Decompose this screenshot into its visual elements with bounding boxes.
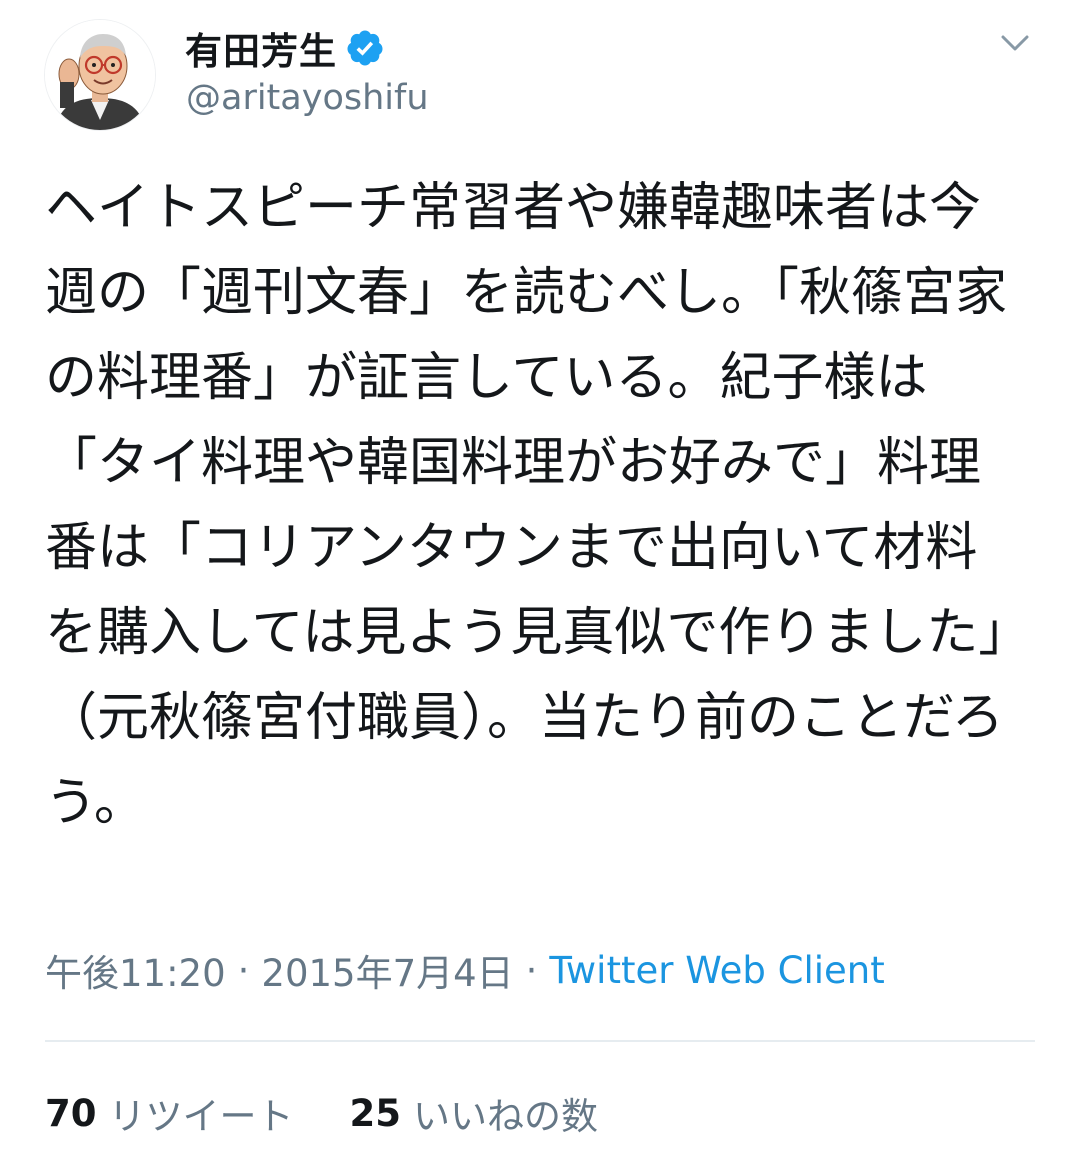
author-name-row: 有田芳生 [185,22,385,74]
tweet-time[interactable]: 午後11:20 [45,943,226,997]
retweets-count: 70 [45,1091,97,1135]
tweet-card: 有田芳生 @aritayoshifu ヘイトスピーチ常習者や嫌韓趣味者は今週の「… [0,0,1075,1175]
likes-count: 25 [349,1091,402,1135]
tweet-meta: 午後11:20 · 2015年7月4日 · Twitter Web Client [45,943,885,997]
likes-label: いいねの数 [413,1095,598,1138]
tweet-client-link[interactable]: Twitter Web Client [549,949,884,992]
tweet-text: ヘイトスピーチ常習者や嫌韓趣味者は今週の「週刊文春」を読むべし。「秋篠宮家の料理… [45,178,1008,833]
tweet-stats: 70 リツイート 25 いいねの数 [45,1086,599,1140]
divider [45,1040,1035,1042]
chevron-down-icon[interactable] [995,28,1035,58]
tweet-date[interactable]: 2015年7月4日 [261,943,513,997]
retweets-label: リツイート [108,1095,294,1138]
caricature-avatar-icon [45,20,155,130]
meta-separator: · [525,948,538,992]
likes-stat[interactable]: 25 いいねの数 [350,1086,599,1140]
tweet-header: 有田芳生 @aritayoshifu [0,0,1075,140]
verified-badge-icon [345,28,385,68]
author-avatar[interactable] [45,20,155,130]
author-handle[interactable]: @aritayoshifu [186,78,429,118]
author-display-name[interactable]: 有田芳生 [185,21,337,75]
meta-separator: · [237,948,250,992]
retweets-stat[interactable]: 70 リツイート [45,1086,294,1140]
